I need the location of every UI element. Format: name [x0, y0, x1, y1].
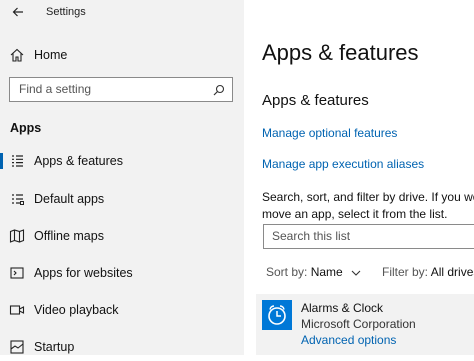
sidebar-item-default-apps[interactable]: Default apps	[0, 185, 244, 213]
sidebar-item-label: Video playback	[34, 303, 119, 317]
search-icon[interactable]	[213, 84, 225, 96]
find-setting-input[interactable]	[10, 78, 209, 100]
back-button[interactable]	[8, 2, 28, 22]
main-content: Apps & features Apps & features Manage o…	[244, 0, 474, 355]
sidebar: Settings Home Apps Apps & features Defau…	[0, 0, 244, 355]
sidebar-item-video-playback[interactable]: Video playback	[0, 296, 244, 324]
apps-features-icon	[9, 153, 25, 169]
sidebar-item-apps-for-websites[interactable]: Apps for websites	[0, 259, 244, 287]
sidebar-item-apps-features[interactable]: Apps & features	[0, 147, 244, 175]
sort-value: Name	[310, 265, 343, 279]
section-subtitle: Apps & features	[262, 92, 369, 109]
app-list-item[interactable]: Alarms & Clock Microsoft Corporation Adv…	[256, 294, 474, 355]
title-bar: Settings	[0, 0, 244, 24]
sidebar-item-label: Apps & features	[34, 154, 123, 168]
back-arrow-icon	[12, 7, 23, 17]
filter-label: Filter by:	[382, 265, 429, 279]
sidebar-item-label: Startup	[34, 340, 75, 354]
search-list-input[interactable]	[264, 225, 472, 247]
app-title: Settings	[46, 6, 86, 18]
sidebar-item-home[interactable]: Home	[0, 41, 244, 69]
alarm-clock-icon	[262, 300, 292, 330]
apps-for-websites-icon	[9, 265, 25, 281]
description-line-1: Search, sort, and filter by drive. If yo…	[262, 190, 474, 204]
app-publisher: Microsoft Corporation	[301, 317, 416, 331]
description-line-2: move an app, select it from the list.	[262, 207, 448, 221]
sidebar-item-label: Default apps	[34, 192, 105, 206]
sidebar-item-label: Offline maps	[34, 229, 104, 243]
sidebar-item-label: Home	[34, 48, 68, 62]
home-icon	[9, 47, 25, 63]
page-title: Apps & features	[262, 40, 419, 65]
active-indicator	[0, 153, 3, 169]
sort-label: Sort by:	[266, 265, 308, 279]
video-playback-icon	[9, 302, 25, 318]
sidebar-item-label: Apps for websites	[34, 266, 133, 280]
chevron-down-icon	[351, 270, 361, 276]
sidebar-item-offline-maps[interactable]: Offline maps	[0, 222, 244, 250]
search-list-box	[263, 224, 474, 249]
filter-dropdown[interactable]: Filter by: All drives	[382, 265, 474, 279]
filter-value: All drives	[430, 265, 474, 279]
advanced-options-link[interactable]: Advanced options	[301, 333, 396, 347]
description-text: Search, sort, and filter by drive. If yo…	[262, 189, 474, 223]
find-setting-search	[9, 77, 233, 102]
app-name: Alarms & Clock	[301, 301, 384, 315]
manage-optional-features-link[interactable]: Manage optional features	[262, 126, 397, 140]
sort-dropdown[interactable]: Sort by: Name	[266, 265, 361, 279]
startup-icon	[9, 339, 25, 355]
default-apps-icon	[9, 191, 25, 207]
section-heading-apps: Apps	[10, 121, 42, 135]
sidebar-item-startup[interactable]: Startup	[0, 333, 244, 361]
manage-app-execution-aliases-link[interactable]: Manage app execution aliases	[262, 157, 424, 171]
offline-maps-icon	[9, 228, 25, 244]
